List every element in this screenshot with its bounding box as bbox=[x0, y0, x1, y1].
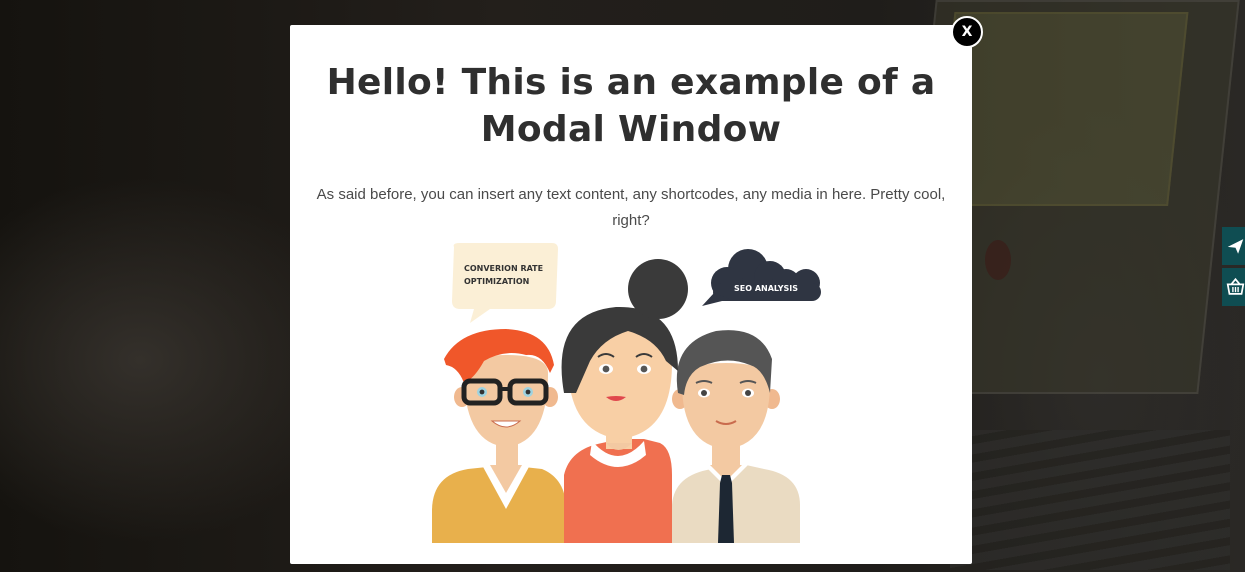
basket-icon bbox=[1226, 277, 1245, 295]
side-widget-send[interactable] bbox=[1222, 227, 1245, 265]
team-illustration: CONVERION RATE OPTIMIZATION SEO ANALYSIS bbox=[432, 243, 821, 543]
modal-body-text: As said before, you can insert any text … bbox=[316, 186, 946, 229]
cloud-bubble bbox=[702, 249, 821, 306]
bubble-right-text: SEO ANALYSIS bbox=[734, 284, 798, 293]
background-plant bbox=[985, 240, 1011, 280]
bubble-left-line1: CONVERION RATE bbox=[464, 264, 543, 273]
background-laptop-keyboard bbox=[950, 430, 1230, 570]
paper-plane-icon bbox=[1227, 239, 1244, 254]
person-center bbox=[561, 259, 688, 543]
modal-window: Hello! This is an example of a Modal Win… bbox=[290, 25, 972, 564]
close-button[interactable]: X bbox=[951, 16, 983, 48]
bubble-left-line2: OPTIMIZATION bbox=[464, 277, 529, 286]
person-right bbox=[672, 330, 800, 543]
modal-title: Hello! This is an example of a Modal Win… bbox=[326, 62, 936, 150]
side-widget-cart[interactable] bbox=[1222, 268, 1245, 306]
person-left bbox=[432, 329, 566, 543]
